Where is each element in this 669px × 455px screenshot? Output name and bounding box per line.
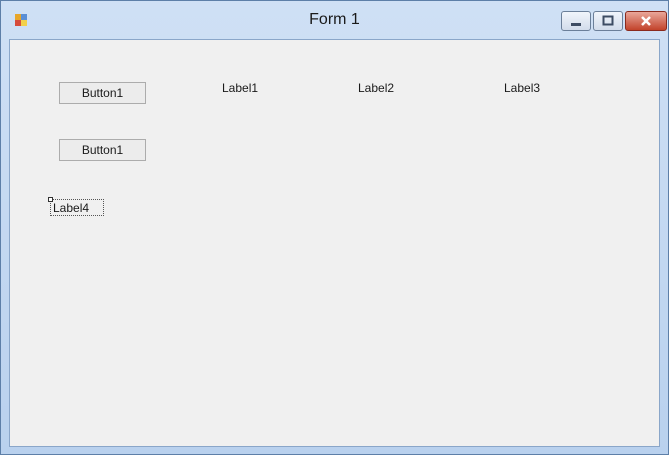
title-bar[interactable]: Form 1 xyxy=(1,1,668,39)
close-icon xyxy=(626,12,666,30)
form-window: Form 1 Button1 Button1 Label1 Label2 Lab… xyxy=(0,0,669,455)
close-button[interactable] xyxy=(625,11,667,31)
label4-selection[interactable]: Label4 xyxy=(48,197,104,216)
button1-second[interactable]: Button1 xyxy=(59,139,146,161)
button1[interactable]: Button1 xyxy=(59,82,146,104)
minimize-icon xyxy=(562,12,590,30)
maximize-icon xyxy=(594,12,622,30)
label4[interactable]: Label4 xyxy=(53,201,89,215)
label2: Label2 xyxy=(358,81,395,95)
label3: Label3 xyxy=(504,81,541,95)
minimize-button[interactable] xyxy=(561,11,591,31)
form-client-area: Button1 Button1 Label1 Label2 Label3 Lab… xyxy=(9,39,660,447)
label1: Label1 xyxy=(222,81,259,95)
maximize-button[interactable] xyxy=(593,11,623,31)
